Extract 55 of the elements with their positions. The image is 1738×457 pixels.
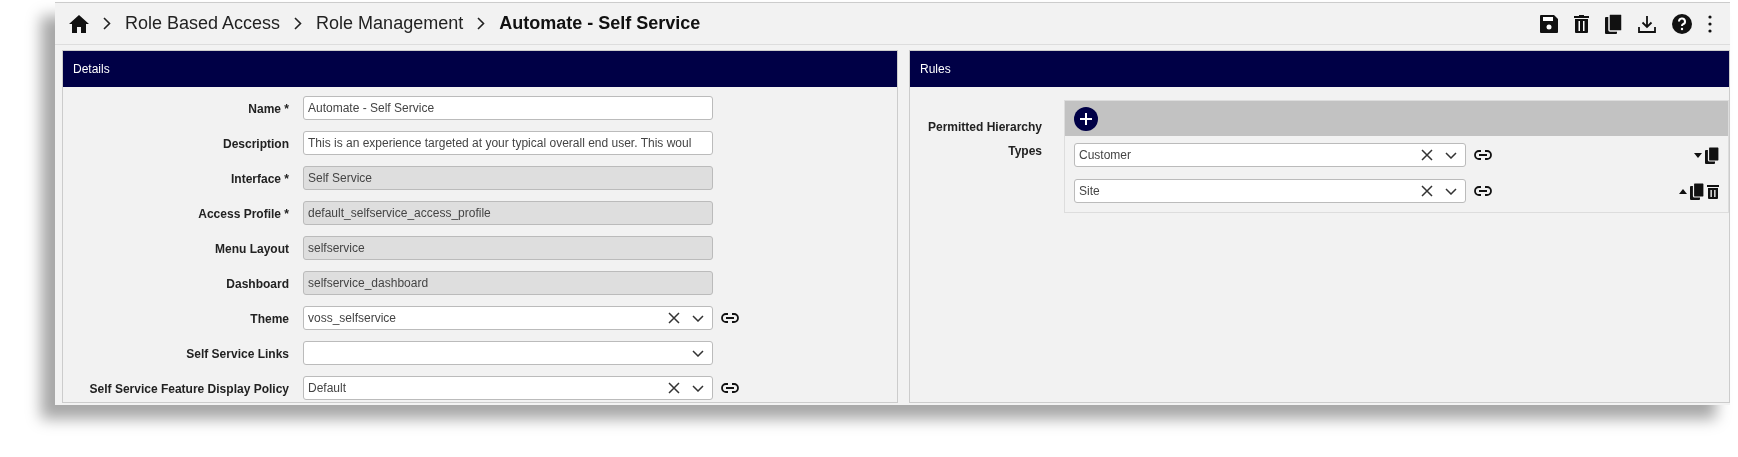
link-icon[interactable]	[721, 312, 739, 324]
panel-title: Details	[73, 61, 110, 78]
copy-icon[interactable]	[1705, 146, 1719, 164]
more-icon[interactable]	[1708, 14, 1712, 33]
field-label: Interface *	[230, 172, 289, 186]
delete-icon[interactable]	[1574, 14, 1589, 33]
copy-icon[interactable]	[1690, 182, 1704, 200]
save-icon[interactable]	[1540, 14, 1558, 33]
chevron-icon	[294, 17, 303, 30]
move-up-icon[interactable]	[1679, 188, 1687, 194]
field-label: Permitted Hierarchy Types	[927, 120, 1042, 158]
chevron-down-icon[interactable]	[692, 314, 704, 322]
clear-icon[interactable]	[668, 382, 680, 394]
home-icon[interactable]	[69, 14, 89, 33]
delete-icon[interactable]	[1707, 183, 1719, 199]
link-icon[interactable]	[721, 382, 739, 394]
clear-icon[interactable]	[668, 312, 680, 324]
field-label: Description	[223, 137, 289, 151]
add-icon[interactable]	[1074, 106, 1098, 131]
move-down-icon[interactable]	[1694, 152, 1702, 158]
clear-icon[interactable]	[1421, 149, 1433, 161]
field-label: Name *	[248, 102, 289, 116]
chevron-icon	[103, 17, 111, 30]
readonly-field: Self Service	[303, 166, 713, 190]
breadcrumb-current: Automate - Self Service	[499, 12, 701, 35]
breadcrumb-link[interactable]: Role Based Access	[125, 10, 281, 37]
help-icon[interactable]	[1672, 13, 1692, 34]
field-label: Menu Layout	[215, 242, 289, 256]
readonly-field: selfservice	[303, 236, 713, 260]
field-label: Theme	[250, 312, 289, 326]
field-label: Access Profile *	[198, 207, 289, 221]
dropdown-field[interactable]: voss_selfservice	[303, 306, 713, 330]
clear-icon[interactable]	[1421, 185, 1433, 197]
dropdown-field[interactable]	[303, 341, 713, 365]
readonly-field: selfservice_dashboard	[303, 271, 713, 295]
dropdown-field[interactable]: Site	[1074, 179, 1466, 203]
chevron-down-icon[interactable]	[692, 349, 704, 357]
dropdown-field[interactable]: Customer	[1074, 143, 1466, 167]
breadcrumb-link[interactable]: Role Management	[316, 10, 464, 37]
copy-icon[interactable]	[1605, 13, 1622, 34]
field-label: Dashboard	[226, 277, 289, 291]
field-label: Self Service Links	[186, 347, 289, 361]
link-icon[interactable]	[1474, 185, 1492, 197]
input-field[interactable]: Automate - Self Service	[303, 96, 713, 120]
chevron-down-icon[interactable]	[1445, 151, 1457, 159]
chevron-icon	[477, 17, 486, 30]
chevron-down-icon[interactable]	[692, 384, 704, 392]
panel-title: Rules	[920, 61, 951, 78]
readonly-field: default_selfservice_access_profile	[303, 201, 713, 225]
link-icon[interactable]	[1474, 149, 1492, 161]
chevron-down-icon[interactable]	[1445, 187, 1457, 195]
field-label: Self Service Feature Display Policy	[89, 382, 289, 396]
dropdown-field[interactable]: Default	[303, 376, 713, 400]
download-icon[interactable]	[1638, 14, 1656, 33]
input-field[interactable]: This is an experience targeted at your typical overall end user. This woul	[303, 131, 713, 155]
